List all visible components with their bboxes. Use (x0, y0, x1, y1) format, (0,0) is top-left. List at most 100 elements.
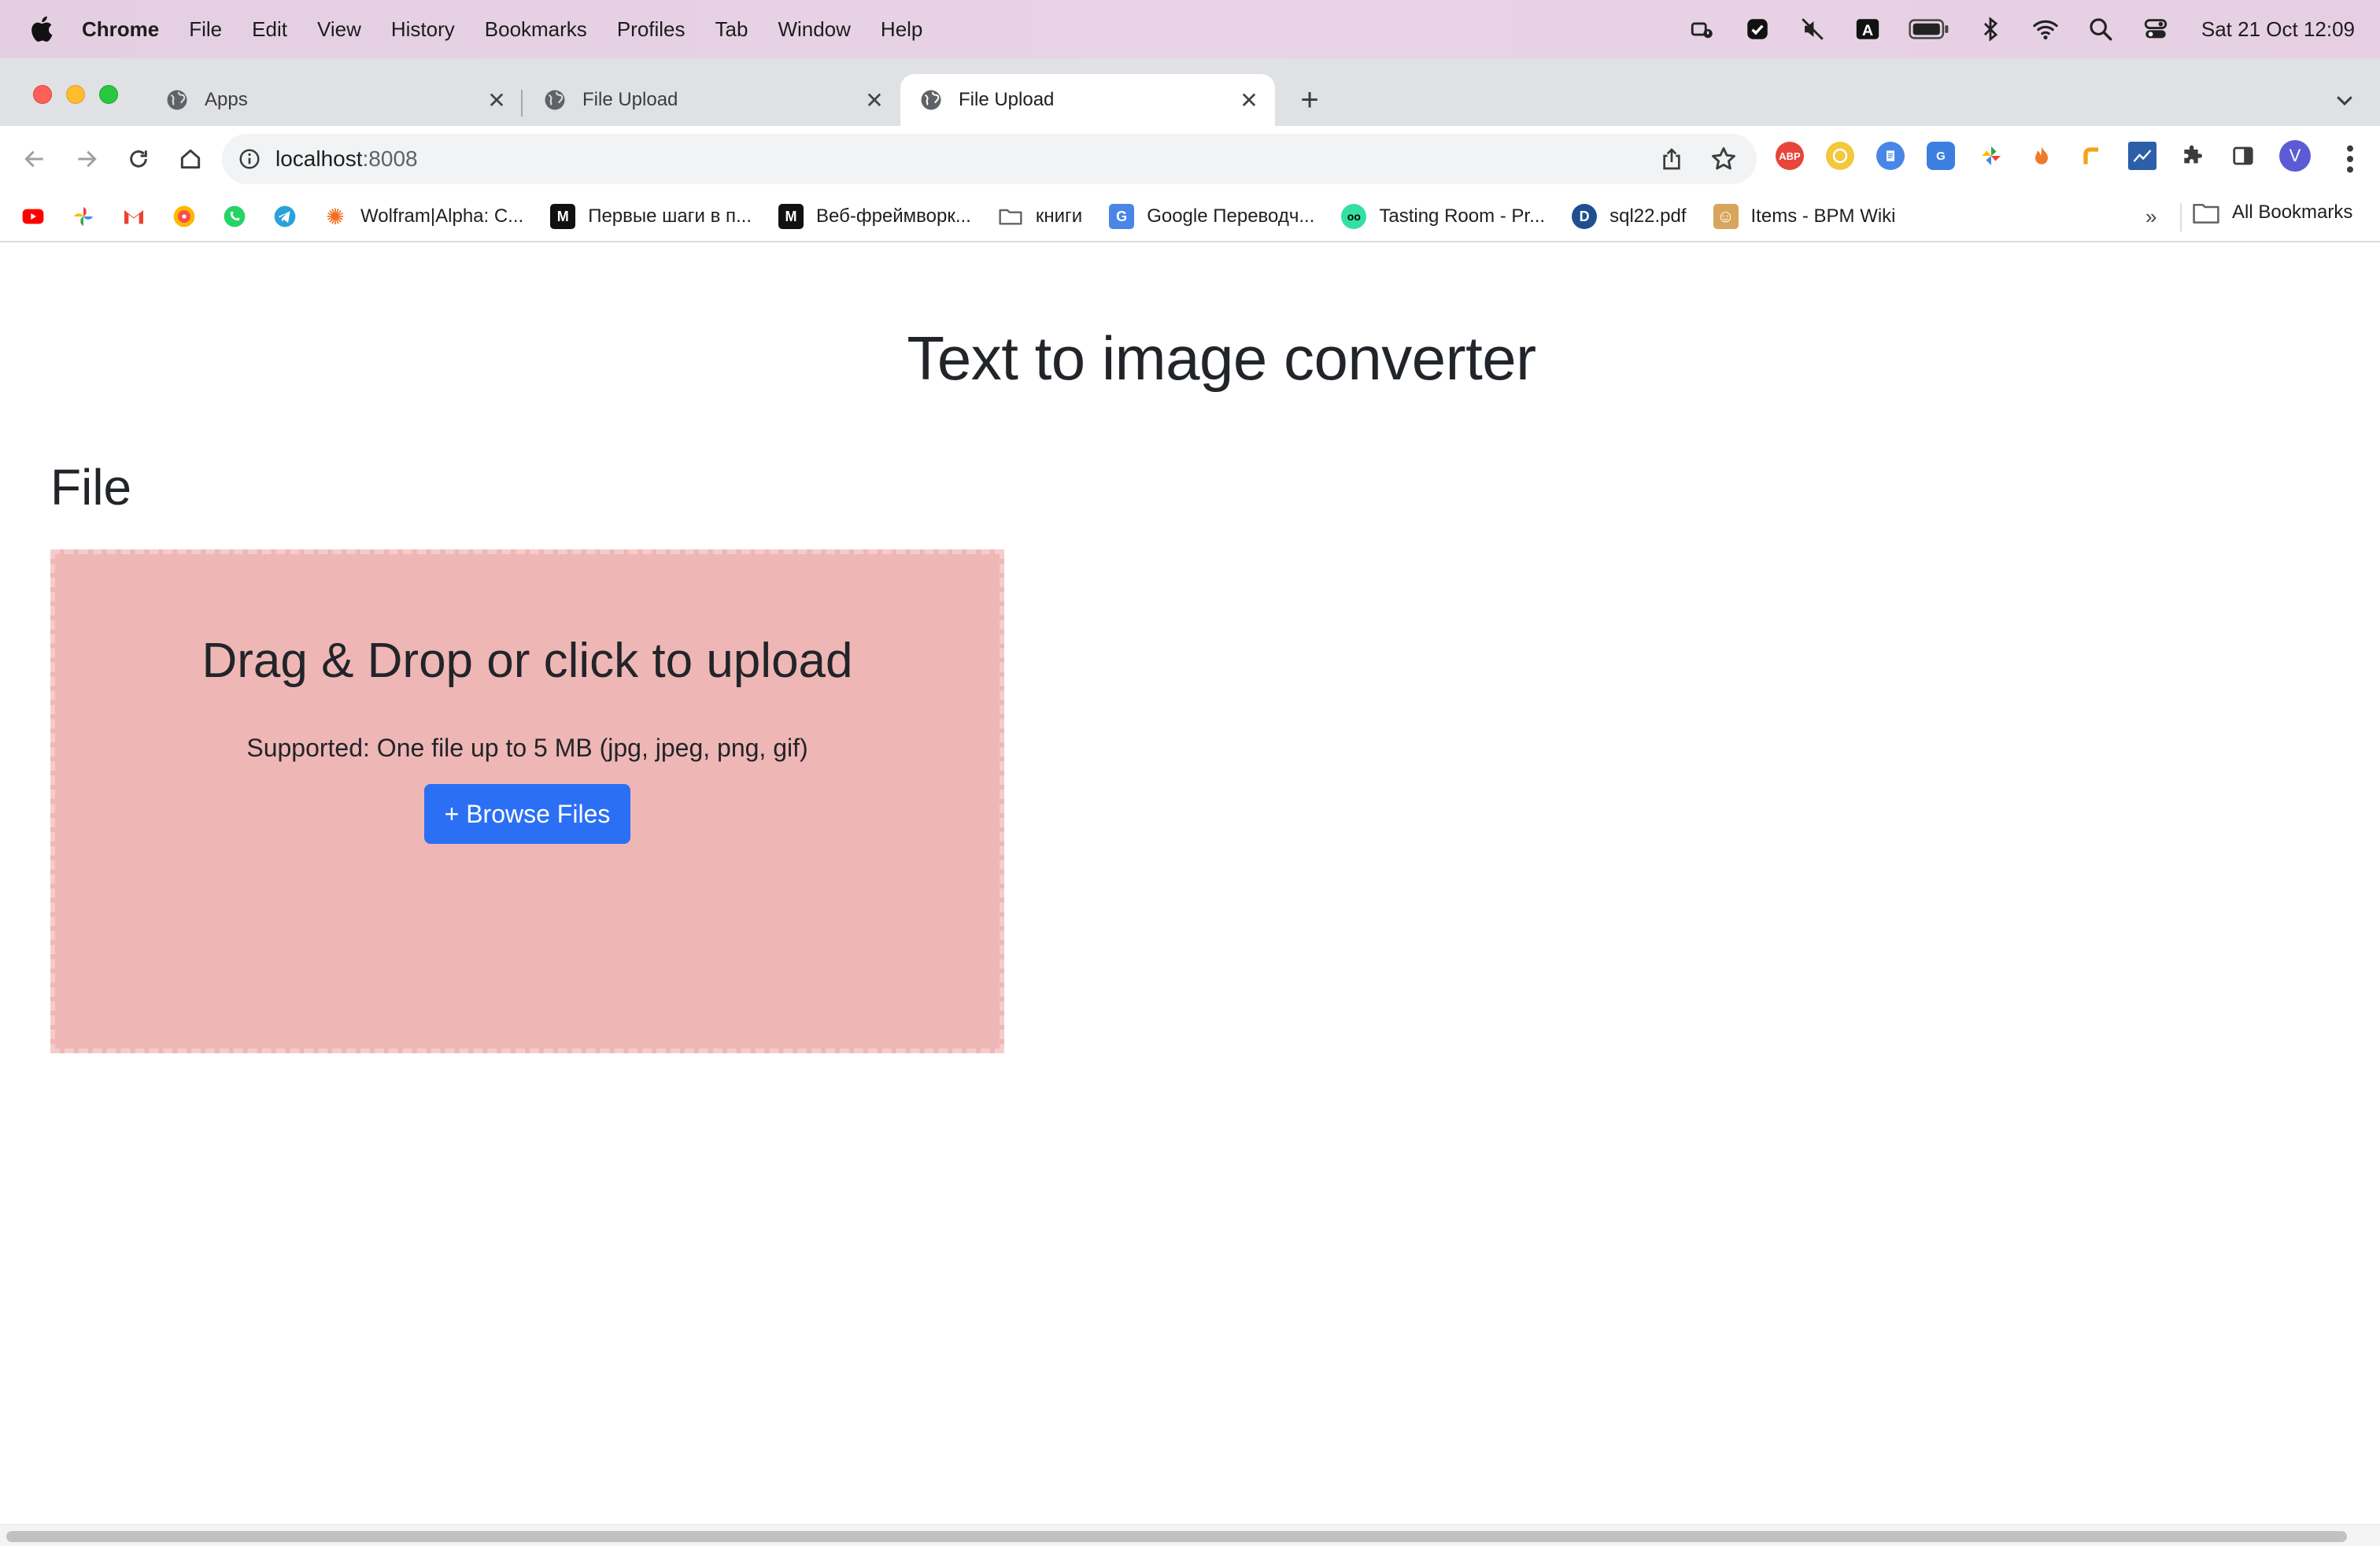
google-translate-icon[interactable]: G (1927, 142, 1955, 170)
tab-close-icon[interactable]: ✕ (863, 88, 886, 113)
file-dropzone[interactable]: Drag & Drop or click to upload Supported… (50, 549, 1004, 1053)
chart-extension-icon[interactable] (2128, 142, 2156, 170)
site-info-icon[interactable] (238, 147, 261, 171)
menu-history[interactable]: History (391, 17, 455, 42)
profile-avatar[interactable]: V (2279, 140, 2311, 172)
chrome-tab-strip: Apps ✕ File Upload ✕ File Upload ✕ + (0, 58, 2380, 126)
telegram-bookmark-icon[interactable] (272, 204, 298, 229)
apple-logo-icon[interactable] (28, 14, 58, 44)
bookmark-label: Wolfram|Alpha: C... (360, 205, 524, 227)
bookmarks-separator (2180, 203, 2182, 231)
tab-search-chevron-icon[interactable] (2333, 88, 2356, 112)
reload-icon (130, 150, 147, 168)
menubar-clock[interactable]: Sat 21 Oct 12:09 (2201, 17, 2355, 42)
extensions-puzzle-icon[interactable] (2179, 142, 2207, 170)
menu-file[interactable]: File (189, 17, 222, 42)
dropzone-supported-formats: Supported: One file up to 5 MB (jpg, jpe… (246, 734, 808, 762)
menu-window[interactable]: Window (778, 17, 850, 42)
tab-separator (521, 90, 523, 117)
music-bookmark-icon[interactable] (172, 204, 197, 229)
scrollbar-thumb[interactable] (6, 1531, 2347, 1542)
new-tab-button[interactable]: + (1295, 84, 1324, 116)
metanit-icon: M (778, 204, 804, 229)
home-button[interactable] (172, 140, 209, 178)
back-button[interactable] (16, 140, 54, 178)
globe-icon (167, 90, 187, 110)
menu-tab[interactable]: Tab (715, 17, 748, 42)
google-translate-icon: G (1109, 204, 1135, 229)
tab-close-icon[interactable]: ✕ (1237, 88, 1261, 113)
forward-button[interactable] (68, 140, 105, 178)
bookmark-tasting-room[interactable]: oo Tasting Room - Pr... (1341, 204, 1545, 229)
side-panel-icon[interactable] (2229, 142, 2257, 170)
address-bar[interactable]: localhost:8008 (222, 134, 1757, 184)
menu-app-name[interactable]: Chrome (82, 17, 159, 42)
extensions-area: ABP G V (1776, 140, 2311, 172)
tab-close-icon[interactable]: ✕ (485, 88, 508, 113)
window-minimize-button[interactable] (66, 85, 85, 104)
tab-title: Apps (205, 89, 248, 110)
reload-button[interactable] (120, 140, 157, 178)
bookmark-label: sql22.pdf (1609, 205, 1687, 227)
battery-icon[interactable] (1907, 13, 1951, 45)
pinwheel-extension-icon[interactable] (1977, 142, 2005, 170)
stage-manager-icon[interactable] (1687, 13, 1718, 45)
bookmark-metanit-web-framework[interactable]: M Веб-фреймворк... (778, 204, 971, 229)
bookmark-label: Tasting Room - Pr... (1379, 205, 1546, 227)
browse-files-button[interactable]: + Browse Files (424, 784, 630, 844)
page-title: Text to image converter (907, 324, 1536, 393)
menu-bookmarks[interactable]: Bookmarks (485, 17, 587, 42)
tab-title: File Upload (582, 89, 678, 110)
whatsapp-bookmark-icon[interactable] (222, 204, 247, 229)
bookmark-sql22-pdf[interactable]: D sql22.pdf (1572, 204, 1687, 229)
tab-title: File Upload (959, 89, 1055, 110)
wiki-icon: ☺ (1713, 204, 1739, 229)
globe-icon (545, 90, 565, 110)
all-bookmarks-label: All Bookmarks (2232, 202, 2353, 223)
gmail-bookmark-icon[interactable] (121, 204, 146, 229)
wifi-icon[interactable] (2030, 13, 2061, 45)
bookmark-label: Google Переводч... (1147, 205, 1315, 227)
menu-edit[interactable]: Edit (252, 17, 287, 42)
wolfram-icon: ✺ (326, 204, 345, 229)
pipe-extension-icon[interactable] (2078, 142, 2106, 170)
forward-arrow-icon (78, 150, 97, 168)
bookmark-wolfram-alpha[interactable]: ✺ Wolfram|Alpha: C... (323, 204, 523, 229)
horizontal-scrollbar[interactable] (0, 1524, 2380, 1546)
fire-extension-icon[interactable] (2027, 142, 2056, 170)
input-source-icon[interactable]: A (1852, 13, 1883, 45)
menubar-status-area: A Sat 21 Oct 12:09 (1687, 0, 2355, 58)
spotlight-search-icon[interactable] (2085, 13, 2116, 45)
muted-speaker-icon[interactable] (1797, 13, 1828, 45)
tab-file-upload[interactable]: File Upload ✕ (535, 74, 889, 126)
checkmark-shield-icon[interactable] (1742, 13, 1773, 45)
url-host: localhost (275, 146, 363, 171)
coin-extension-icon[interactable] (1826, 142, 1854, 170)
bookmarks-overflow-chevron-icon[interactable]: » (2145, 205, 2156, 229)
control-center-icon[interactable] (2140, 13, 2171, 45)
bookmark-google-translate[interactable]: G Google Переводч... (1109, 204, 1314, 229)
window-zoom-button[interactable] (99, 85, 118, 104)
menu-view[interactable]: View (317, 17, 361, 42)
bookmark-folder-books[interactable]: книги (998, 204, 1082, 229)
url-port: :8008 (362, 146, 418, 171)
share-icon[interactable] (1659, 146, 1684, 172)
tab-file-upload-active[interactable]: File Upload ✕ (900, 74, 1275, 126)
url-text[interactable]: localhost:8008 (275, 146, 418, 172)
adblock-plus-icon[interactable]: ABP (1776, 142, 1804, 170)
bluetooth-icon[interactable] (1975, 13, 2006, 45)
menu-profiles[interactable]: Profiles (617, 17, 686, 42)
docs-extension-icon[interactable] (1876, 142, 1905, 170)
all-bookmarks-button[interactable]: All Bookmarks (2193, 202, 2352, 224)
youtube-bookmark-icon[interactable] (20, 204, 46, 229)
chrome-menu-icon[interactable] (2344, 143, 2356, 175)
bookmark-bpm-wiki[interactable]: ☺ Items - BPM Wiki (1713, 204, 1896, 229)
window-controls (33, 85, 118, 104)
bookmark-star-icon[interactable] (1709, 145, 1738, 173)
google-photos-bookmark-icon[interactable] (71, 204, 96, 229)
window-close-button[interactable] (33, 85, 52, 104)
tab-apps[interactable]: Apps ✕ (157, 74, 512, 126)
menu-help[interactable]: Help (881, 17, 922, 42)
bookmark-metanit-first-steps[interactable]: M Первые шаги в п... (550, 204, 752, 229)
page-content: Text to image converter File Drag & Drop… (0, 244, 2380, 1519)
